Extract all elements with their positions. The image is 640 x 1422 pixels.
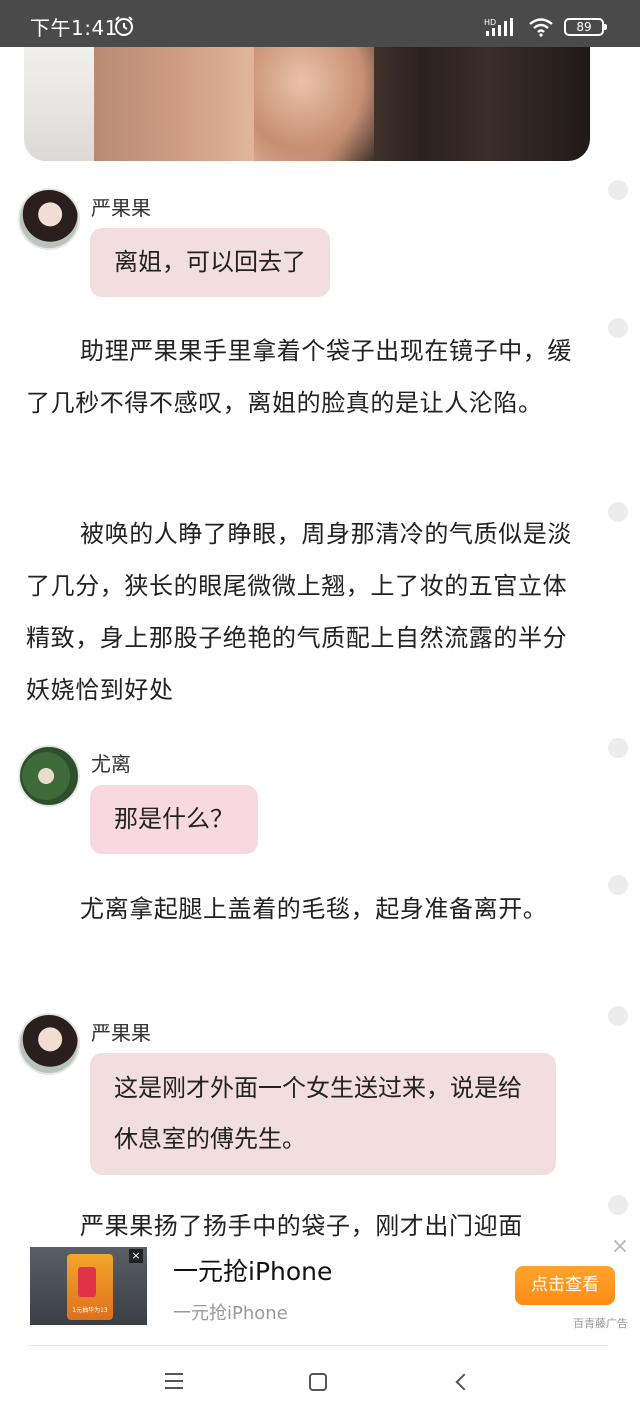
avatar-yanguoguo[interactable] <box>18 188 80 250</box>
paragraph-comment-dot[interactable] <box>608 738 628 758</box>
chat-bubble: 那是什么？ <box>90 785 258 854</box>
menu-icon[interactable] <box>154 1368 194 1398</box>
story-paragraph: 尤离拿起腿上盖着的毛毯，起身准备离开。 <box>80 895 548 923</box>
speaker-name: 严果果 <box>91 196 151 220</box>
ad-view-button[interactable]: 点击查看 <box>515 1266 615 1305</box>
ad-image-close-icon[interactable]: × <box>129 1249 143 1263</box>
speaker-name: 尤离 <box>91 752 131 776</box>
ad-image[interactable]: × 1元抽华为13 <box>30 1247 147 1325</box>
story-paragraph: 严果果扬了扬手中的袋子，刚才出门迎面 <box>26 1214 586 1238</box>
signal-icon: HD <box>484 18 513 36</box>
story-paragraph: 助理严果果手里拿着个袋子出现在镜子中，缓了几秒不得不感叹，离姐的脸真的是让人沦陷… <box>26 337 572 417</box>
speaker-name: 严果果 <box>91 1021 151 1045</box>
ad-subtitle: 一元抢iPhone <box>173 1303 288 1324</box>
status-time: 下午1:41 <box>30 16 118 40</box>
status-bar: 下午1:41 HD 89 <box>0 0 640 47</box>
paragraph-comment-dot[interactable] <box>608 502 628 522</box>
chat-bubble: 离姐，可以回去了 <box>90 228 330 297</box>
ad-image-caption: 1元抽华为13 <box>72 1307 108 1314</box>
avatar-yanguoguo[interactable] <box>18 1013 80 1075</box>
battery-indicator: 89 <box>564 18 607 36</box>
avatar-youli[interactable] <box>18 745 80 807</box>
system-nav-bar <box>0 1346 640 1422</box>
story-paragraph-text: 严果果扬了扬手中的袋子，刚才出门迎面 <box>80 1214 523 1238</box>
story-paragraph: 被唤的人睁了睁眼，周身那清冷的气质似是淡了几分，狭长的眼尾微微上翘，上了妆的五官… <box>26 520 572 704</box>
signal-network-label: HD <box>484 18 496 27</box>
wifi-icon <box>529 18 553 37</box>
chat-bubble: 这是刚才外面一个女生送过来，说是给休息室的傅先生。 <box>90 1053 556 1175</box>
paragraph-comment-dot[interactable] <box>608 1195 628 1215</box>
paragraph-comment-dot[interactable] <box>608 1006 628 1026</box>
paragraph-comment-dot[interactable] <box>608 318 628 338</box>
ad-close-icon[interactable]: × <box>610 1236 630 1258</box>
alarm-icon <box>115 16 133 36</box>
story-illustration <box>24 47 590 161</box>
ad-source-label: 百青藤广告 <box>573 1317 628 1330</box>
paragraph-comment-dot[interactable] <box>608 180 628 200</box>
paragraph-comment-dot[interactable] <box>608 875 628 895</box>
home-icon[interactable] <box>298 1368 338 1398</box>
ad-title[interactable]: 一元抢iPhone <box>173 1252 332 1288</box>
back-icon[interactable] <box>444 1368 484 1398</box>
